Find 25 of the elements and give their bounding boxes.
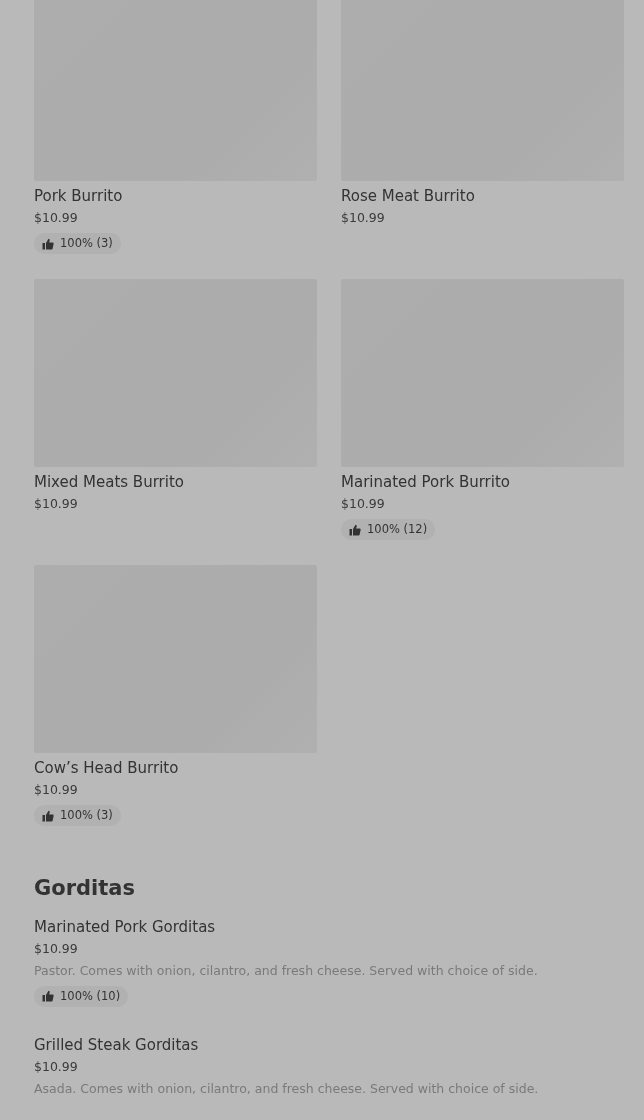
rating-badge: 100% (3): [34, 233, 121, 255]
section-heading: Gorditas: [34, 875, 136, 902]
item-price: $10.99: [341, 495, 386, 513]
item-name: Rose Meat Burrito: [341, 186, 476, 206]
item-name: Grilled Steak Gorditas: [34, 1035, 200, 1056]
thumbs-up-icon: [42, 990, 54, 1003]
rating-badge: 100% (12): [341, 519, 436, 541]
item-name: Mixed Meats Burrito: [34, 472, 185, 492]
item-name: Marinated Pork Gorditas: [34, 916, 217, 937]
item-name: Cow’s Head Burrito: [34, 758, 180, 778]
item-name: Pork Burrito: [34, 186, 124, 206]
item-price: $10.99: [34, 495, 79, 513]
item-name: Marinated Pork Burrito: [341, 472, 511, 492]
item-price: $10.99: [341, 209, 386, 227]
item-price: $10.99: [34, 781, 79, 799]
item-price: $10.99: [34, 209, 79, 227]
item-description: Asada. Comes with onion, cilantro, and fresh cheese. Served with choice of side.: [34, 1080, 540, 1099]
rating-badge: 100% (10): [34, 985, 129, 1007]
rating-badge: 100% (3): [34, 805, 121, 827]
item-price: $10.99: [34, 939, 79, 958]
thumbs-up-icon: [42, 237, 54, 250]
thumbs-up-icon: [42, 809, 54, 822]
item-description: Pastor. Comes with onion, cilantro, and fresh cheese. Served with choice of side.: [34, 961, 539, 980]
thumbs-up-icon: [349, 523, 361, 536]
item-price: $10.99: [34, 1058, 79, 1077]
